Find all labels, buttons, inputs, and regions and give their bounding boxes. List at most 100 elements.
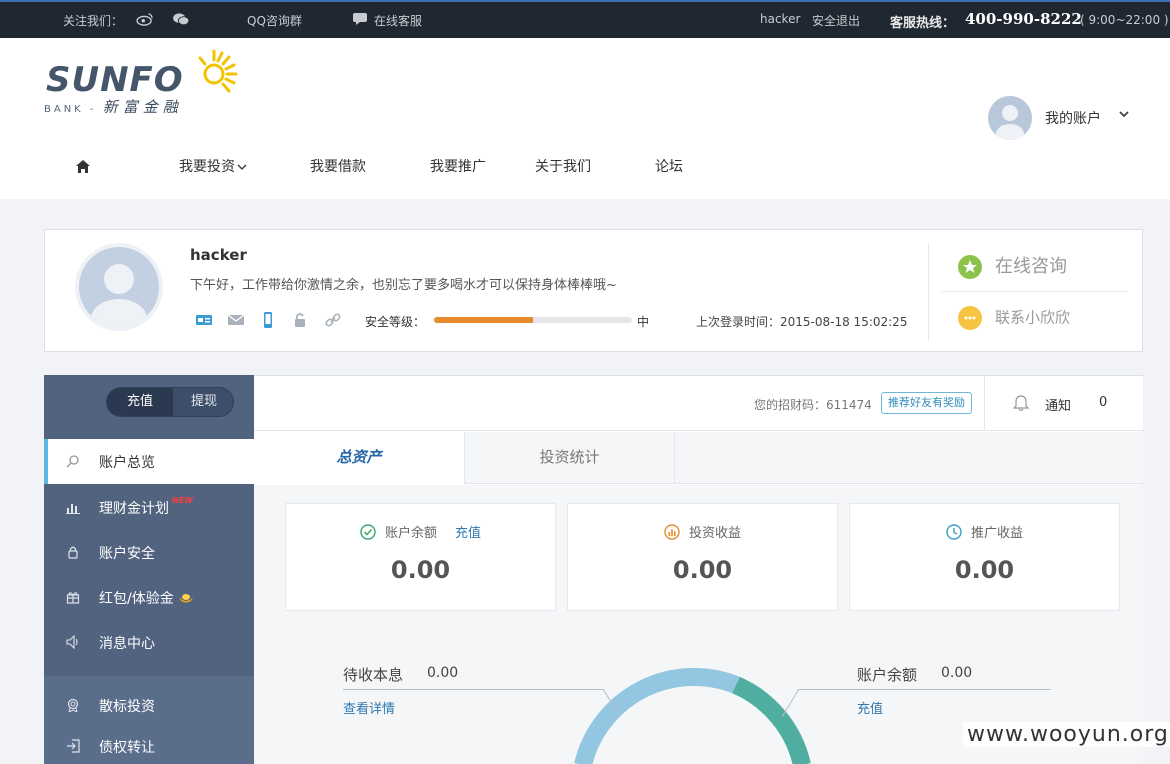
account-label: 我的账户 — [1045, 111, 1101, 127]
sidebar-item-wealth-plan[interactable]: 理财金计划NEW — [44, 485, 254, 530]
sidebar-item-redpacket[interactable]: 红包/体验金 — [44, 575, 254, 620]
notification-label: 通知 — [1045, 399, 1072, 414]
online-consult-label: 在线咨询 — [995, 256, 1067, 277]
donut-segment-pending — [574, 667, 740, 764]
verification-icons — [195, 312, 352, 328]
view-details-link[interactable]: 查看详情 — [343, 698, 395, 717]
chart-circle-icon — [664, 524, 680, 540]
lock-icon — [68, 546, 78, 559]
star-icon — [958, 255, 982, 279]
investment-income-card: 投资收益 0.00 — [567, 503, 838, 611]
hotline-hours: ( 9:00~22:00 ) — [1080, 13, 1169, 27]
bell-icon — [1013, 395, 1029, 412]
nav-borrow[interactable]: 我要借款 — [310, 156, 366, 176]
pending-label: 待收本息 — [343, 666, 404, 684]
tab-investment-stats[interactable]: 投资统计 — [464, 432, 675, 484]
recharge-withdraw-toggle: 充值 提现 — [106, 387, 234, 417]
login-icon — [67, 739, 80, 753]
main-panel: 您的招财码：611474 推荐好友有奖励 通知 0 总资产 投资统计 账户余额充… — [254, 375, 1143, 764]
invite-friends-button[interactable]: 推荐好友有奖励 — [881, 392, 972, 414]
promotion-income-card: 推广收益 0.00 — [849, 503, 1120, 611]
divider — [941, 291, 1127, 292]
divider — [928, 243, 929, 340]
qq-group-link[interactable]: QQ咨询群 — [247, 12, 302, 29]
balance-underline — [799, 689, 1051, 690]
nav-about[interactable]: 关于我们 — [535, 156, 591, 176]
sidebar-item-loans[interactable]: 散标投资 — [44, 683, 254, 728]
weibo-icon[interactable] — [136, 11, 154, 26]
logo-sub-en: BANK — [44, 104, 84, 115]
online-service-link[interactable]: 在线客服 — [374, 12, 422, 29]
search-icon — [66, 455, 79, 468]
account-balance-label: 账户余额 — [857, 666, 918, 684]
sidebar-item-label: 账户总览 — [99, 455, 155, 471]
recharge-link[interactable]: 充值 — [455, 526, 481, 541]
hotline-label: 客服热线： — [890, 16, 956, 31]
sidebar-item-label: 红包/体验金 — [99, 591, 174, 607]
nav-forum[interactable]: 论坛 — [655, 156, 683, 176]
sidebar: 充值 提现 账户总览 理财金计划NEW 账户安全 红包/体验金 消息中心 散标投… — [44, 375, 254, 764]
security-level-label: 安全等级： — [365, 315, 426, 329]
contact-button[interactable]: 联系小欣欣 — [958, 306, 1070, 330]
profile-card: hacker 下午好，工作带给你激情之余，也别忘了要多喝水才可以保持身体棒棒哦~… — [44, 229, 1143, 352]
invite-code: 您的招财码：611474 — [754, 398, 872, 412]
online-consult-button[interactable]: 在线咨询 — [958, 252, 1067, 279]
main-topbar: 您的招财码：611474 推荐好友有奖励 通知 0 — [254, 376, 1143, 431]
my-account-menu[interactable]: 我的账户 — [988, 96, 1148, 140]
investment-income-value: 0.00 — [672, 556, 733, 584]
clock-icon — [946, 524, 962, 540]
sidebar-item-label: 散标投资 — [99, 699, 155, 715]
withdraw-button[interactable]: 提现 — [173, 388, 233, 416]
balance-value: 0.00 — [390, 556, 451, 584]
tab-total-assets[interactable]: 总资产 — [254, 432, 464, 485]
last-login-time: 上次登录时间：2015-08-18 15:02:25 — [696, 315, 908, 329]
logo-wordmark: SUNFO — [46, 60, 184, 100]
sidebar-item-label: 理财金计划 — [99, 501, 169, 517]
link-icon[interactable] — [324, 312, 342, 328]
account-balance-value: 0.00 — [941, 665, 973, 681]
username-link[interactable]: hacker — [760, 12, 800, 26]
user-avatar — [75, 243, 163, 331]
sidebar-item-label: 账户安全 — [99, 546, 155, 562]
pending-underline — [343, 689, 603, 690]
sun-icon — [198, 49, 238, 93]
balance-label: 账户余额 — [384, 526, 437, 541]
account-avatar — [988, 96, 1032, 140]
medal-icon — [67, 698, 79, 712]
nav-promote[interactable]: 我要推广 — [430, 156, 486, 176]
security-progress-bar — [434, 317, 632, 323]
wechat-icon[interactable] — [172, 11, 190, 26]
site-header: SUNFO BANK - 新富金融 我的账户 我要投资 我要借款 我要推广 关于… — [0, 38, 1170, 199]
gift-icon — [66, 592, 80, 604]
new-badge: NEW — [172, 496, 193, 505]
email-icon[interactable] — [227, 312, 245, 328]
sidebar-item-transfer[interactable]: 债权转让 — [44, 724, 254, 764]
follow-label: 关注我们： — [63, 14, 124, 28]
notification-count: 0 — [1099, 395, 1108, 410]
balance-recharge-link[interactable]: 充值 — [857, 698, 883, 717]
watermark: www.wooyun.org — [963, 722, 1170, 747]
home-icon[interactable] — [75, 159, 91, 178]
investment-income-label: 投资收益 — [688, 526, 741, 541]
sidebar-item-label: 消息中心 — [99, 636, 155, 652]
hotline-number: 400-990-8222 — [965, 10, 1082, 28]
logout-link[interactable]: 安全退出 — [812, 12, 860, 29]
sidebar-item-security[interactable]: 账户安全 — [44, 530, 254, 575]
lock-icon[interactable] — [291, 312, 309, 328]
id-card-icon[interactable] — [195, 312, 213, 328]
chat-icon — [352, 11, 370, 26]
sidebar-item-messages[interactable]: 消息中心 — [44, 620, 254, 665]
notification-area[interactable]: 通知 0 — [984, 376, 1143, 431]
recharge-button[interactable]: 充值 — [107, 388, 173, 416]
gold-ingot-icon — [178, 594, 193, 603]
sidebar-item-overview[interactable]: 账户总览 — [44, 439, 254, 484]
nav-invest-label: 我要投资 — [179, 159, 235, 175]
phone-icon[interactable] — [259, 312, 277, 328]
sidebar-item-label: 债权转让 — [99, 740, 155, 756]
sunfo-logo[interactable]: SUNFO BANK - 新富金融 — [44, 46, 244, 116]
chat-bubble-icon — [958, 306, 982, 330]
logo-subtitle: BANK - 新富金融 — [44, 98, 183, 116]
promotion-income-label: 推广收益 — [970, 526, 1023, 541]
nav-invest[interactable]: 我要投资 — [179, 156, 247, 176]
check-circle-icon — [360, 524, 376, 540]
